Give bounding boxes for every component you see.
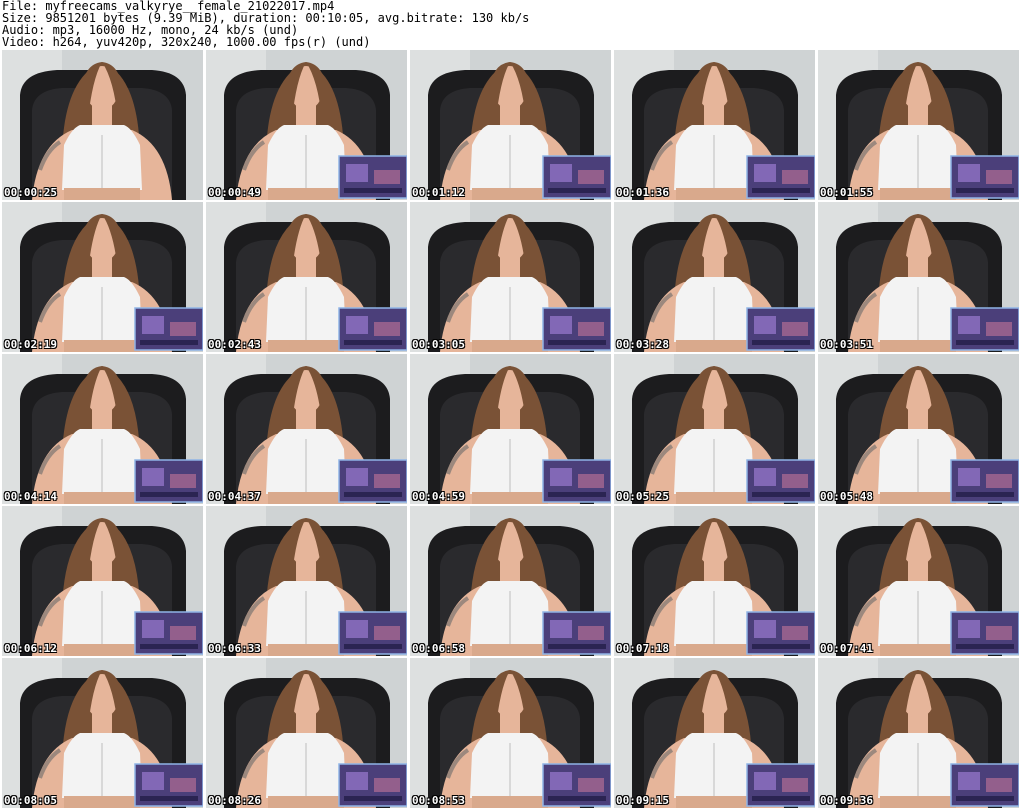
thumbnail-frame-image [818,658,1019,808]
video-thumbnail: 00:06:58 [410,506,611,656]
video-thumbnail: 00:03:05 [410,202,611,352]
video-thumbnail: 00:09:36 [818,658,1019,808]
thumbnail-frame-image [206,50,407,200]
thumbnail-frame-image [2,506,203,656]
thumbnail-timestamp: 00:04:14 [4,490,57,503]
video-thumbnail: 00:05:48 [818,354,1019,504]
thumbnail-timestamp: 00:00:25 [4,186,57,199]
video-thumbnail: 00:02:43 [206,202,407,352]
thumbnail-frame-image [818,202,1019,352]
thumbnail-timestamp: 00:03:51 [820,338,873,351]
thumbnail-frame-image [614,658,815,808]
video-thumbnail: 00:09:15 [614,658,815,808]
video-thumbnail: 00:04:59 [410,354,611,504]
thumbnail-timestamp: 00:07:18 [616,642,669,655]
thumbnail-frame-image [2,50,203,200]
thumbnail-timestamp: 00:05:25 [616,490,669,503]
thumbnail-timestamp: 00:01:12 [412,186,465,199]
thumbnail-grid: 00:00:25 00:00:49 00:01:12 00:01:36 00:01:55… [0,50,1024,811]
video-thumbnail: 00:01:36 [614,50,815,200]
thumbnail-timestamp: 00:07:41 [820,642,873,655]
thumbnail-timestamp: 00:09:15 [616,794,669,807]
thumbnail-timestamp: 00:06:33 [208,642,261,655]
video-thumbnail: 00:07:41 [818,506,1019,656]
thumbnail-timestamp: 00:02:19 [4,338,57,351]
video-thumbnail: 00:00:49 [206,50,407,200]
thumbnail-timestamp: 00:08:05 [4,794,57,807]
thumbnail-timestamp: 00:08:26 [208,794,261,807]
video-thumbnail: 00:08:53 [410,658,611,808]
thumbnail-frame-image [2,658,203,808]
video-thumbnail: 00:02:19 [2,202,203,352]
video-thumbnail: 00:03:28 [614,202,815,352]
video-thumbnail: 00:01:55 [818,50,1019,200]
thumbnail-frame-image [410,50,611,200]
video-thumbnail: 00:06:12 [2,506,203,656]
thumbnail-timestamp: 00:01:36 [616,186,669,199]
video-thumbnail: 00:00:25 [2,50,203,200]
video-info-line: Video: h264, yuv420p, 320x240, 1000.00 f… [2,35,371,49]
video-thumbnail: 00:05:25 [614,354,815,504]
thumbnail-frame-image [410,506,611,656]
thumbnail-frame-image [206,354,407,504]
thumbnail-frame-image [206,202,407,352]
thumbnail-timestamp: 00:06:58 [412,642,465,655]
thumbnail-frame-image [614,506,815,656]
thumbnail-frame-image [614,50,815,200]
thumbnail-timestamp: 00:00:49 [208,186,261,199]
thumbnail-frame-image [614,202,815,352]
thumbnail-frame-image [818,50,1019,200]
video-thumbnail: 00:08:26 [206,658,407,808]
thumbnail-timestamp: 00:03:28 [616,338,669,351]
thumbnail-frame-image [614,354,815,504]
video-thumbnail: 00:04:37 [206,354,407,504]
video-thumbnail: 00:07:18 [614,506,815,656]
thumbnail-frame-image [206,658,407,808]
thumbnail-timestamp: 00:04:59 [412,490,465,503]
video-thumbnail: 00:08:05 [2,658,203,808]
thumbnail-frame-image [818,354,1019,504]
video-thumbnail: 00:03:51 [818,202,1019,352]
thumbnail-frame-image [2,354,203,504]
video-thumbnail: 00:01:12 [410,50,611,200]
thumbnail-frame-image [2,202,203,352]
thumbnail-timestamp: 00:06:12 [4,642,57,655]
thumbnail-frame-image [410,658,611,808]
thumbnail-timestamp: 00:09:36 [820,794,873,807]
video-thumbnail: 00:04:14 [2,354,203,504]
thumbnail-timestamp: 00:05:48 [820,490,873,503]
thumbnail-timestamp: 00:02:43 [208,338,261,351]
thumbnail-timestamp: 00:03:05 [412,338,465,351]
thumbnail-timestamp: 00:01:55 [820,186,873,199]
thumbnail-timestamp: 00:04:37 [208,490,261,503]
video-thumbnail: 00:06:33 [206,506,407,656]
thumbnail-timestamp: 00:08:53 [412,794,465,807]
thumbnail-frame-image [410,354,611,504]
thumbnail-frame-image [410,202,611,352]
thumbnail-frame-image [206,506,407,656]
file-info-header: File: myfreecams_valkyrye__female_210220… [2,0,529,48]
thumbnail-frame-image [818,506,1019,656]
